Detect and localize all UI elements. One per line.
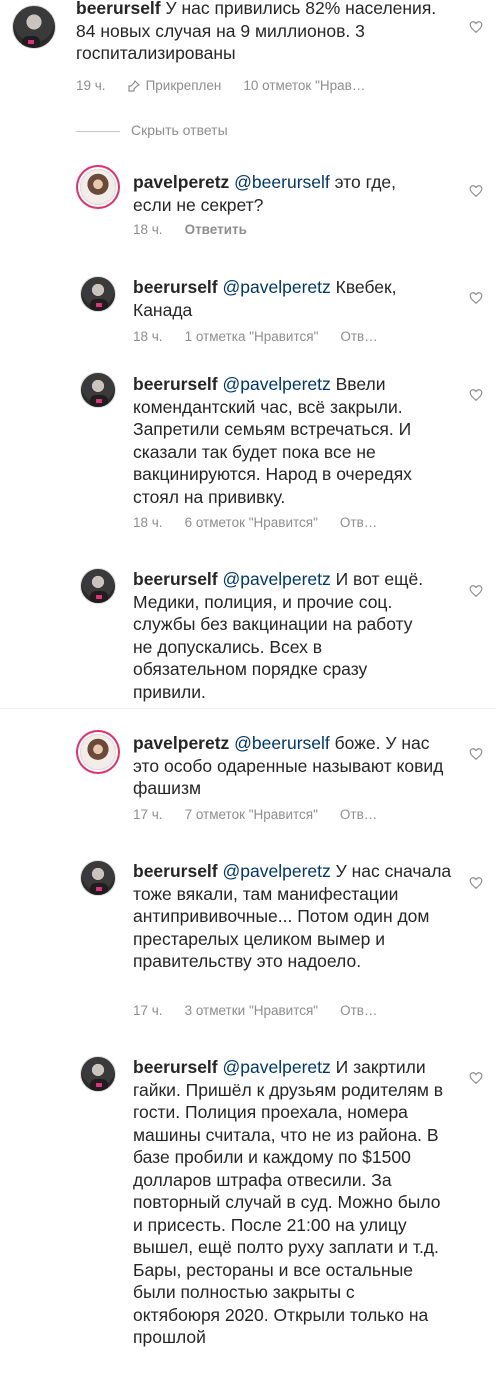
reply-button[interactable]: Ответить	[185, 222, 247, 237]
avatar[interactable]	[12, 5, 56, 49]
comment-meta: 18 ч. 6 отметок "Нравится" Отв…	[133, 515, 399, 530]
comment-time: 18 ч.	[133, 329, 163, 344]
mention[interactable]: @beerurself	[234, 733, 330, 753]
comment-text: pavelperetz @beerurself боже. У нас это …	[133, 732, 451, 800]
comment-meta: 18 ч. Ответить	[133, 222, 269, 237]
comment-likes[interactable]: 7 отметок "Нравится"	[185, 807, 318, 822]
mention[interactable]: @pavelperetz	[223, 277, 331, 297]
comment-time: 18 ч.	[133, 222, 163, 237]
pin-icon	[127, 79, 140, 92]
reply-button[interactable]: Отв…	[340, 329, 377, 344]
reply-button[interactable]: Отв…	[340, 1003, 377, 1018]
reply-button[interactable]: Отв…	[340, 515, 377, 530]
heart-outline-icon[interactable]	[469, 1071, 483, 1085]
comment-username[interactable]: pavelperetz	[133, 172, 229, 192]
comment-meta: 17 ч. 7 отметок "Нравится" Отв…	[133, 807, 399, 822]
comment-time: 19 ч.	[76, 78, 106, 93]
avatar[interactable]	[80, 860, 116, 896]
comment-likes[interactable]: 10 отметок "Нрав…	[243, 78, 365, 93]
comment-text: beerurself @pavelperetz И вот ещё. Медик…	[133, 568, 433, 703]
avatar[interactable]	[80, 276, 116, 312]
heart-outline-icon[interactable]	[469, 20, 483, 34]
mention[interactable]: @beerurself	[234, 172, 330, 192]
mention[interactable]: @pavelperetz	[223, 374, 331, 394]
reply-button[interactable]: Отв…	[340, 807, 377, 822]
section-divider	[0, 708, 496, 709]
heart-outline-icon[interactable]	[469, 291, 483, 305]
comment-username[interactable]: beerurself	[133, 277, 218, 297]
comment-text: beerurself @pavelperetz Квебек, Канада	[133, 276, 433, 321]
comment-username[interactable]: beerurself	[133, 861, 218, 881]
comment-text: beerurself @pavelperetz Ввели комендантс…	[133, 373, 448, 508]
divider-line	[76, 131, 120, 132]
mention[interactable]: @pavelperetz	[223, 861, 331, 881]
comment-text: beerurself У нас привились 82% населения…	[76, 0, 446, 65]
pinned-label: Прикреплен	[127, 78, 221, 93]
comment-username[interactable]: beerurself	[133, 374, 218, 394]
avatar[interactable]	[80, 372, 116, 408]
comment-meta: 17 ч. 3 отметки "Нравится" Отв…	[133, 1003, 399, 1018]
hide-replies-button[interactable]: Скрыть ответы	[131, 122, 228, 138]
comment-username[interactable]: beerurself	[133, 1057, 218, 1077]
comment-time: 17 ч.	[133, 807, 163, 822]
mention[interactable]: @pavelperetz	[223, 569, 331, 589]
comment-username[interactable]: beerurself	[133, 569, 218, 589]
heart-outline-icon[interactable]	[469, 747, 483, 761]
comment-text: beerurself @pavelperetz И закртили гайки…	[133, 1056, 445, 1349]
comment-text: beerurself @pavelperetz У нас сначала то…	[133, 860, 453, 973]
comment-username[interactable]: beerurself	[76, 0, 161, 18]
avatar[interactable]	[80, 734, 116, 770]
heart-outline-icon[interactable]	[469, 876, 483, 890]
heart-outline-icon[interactable]	[469, 388, 483, 402]
avatar[interactable]	[80, 1056, 116, 1092]
comment-body: И закртили гайки. Пришёл к друзьям родит…	[133, 1057, 444, 1347]
comment-text: pavelperetz @beerurself это где, если не…	[133, 171, 433, 216]
avatar[interactable]	[80, 568, 116, 604]
comment-likes[interactable]: 6 отметок "Нравится"	[185, 515, 318, 530]
comment-likes[interactable]: 3 отметки "Нравится"	[185, 1003, 319, 1018]
mention[interactable]: @pavelperetz	[223, 1057, 331, 1077]
comment-meta: 19 ч. Прикреплен 10 отметок "Нрав…	[76, 78, 387, 93]
comment-username[interactable]: pavelperetz	[133, 733, 229, 753]
comment-time: 18 ч.	[133, 515, 163, 530]
heart-outline-icon[interactable]	[469, 584, 483, 598]
heart-outline-icon[interactable]	[469, 184, 483, 198]
comment-likes[interactable]: 1 отметка "Нравится"	[185, 329, 319, 344]
comment-time: 17 ч.	[133, 1003, 163, 1018]
comment-meta: 18 ч. 1 отметка "Нравится" Отв…	[133, 329, 400, 344]
avatar[interactable]	[80, 169, 116, 205]
